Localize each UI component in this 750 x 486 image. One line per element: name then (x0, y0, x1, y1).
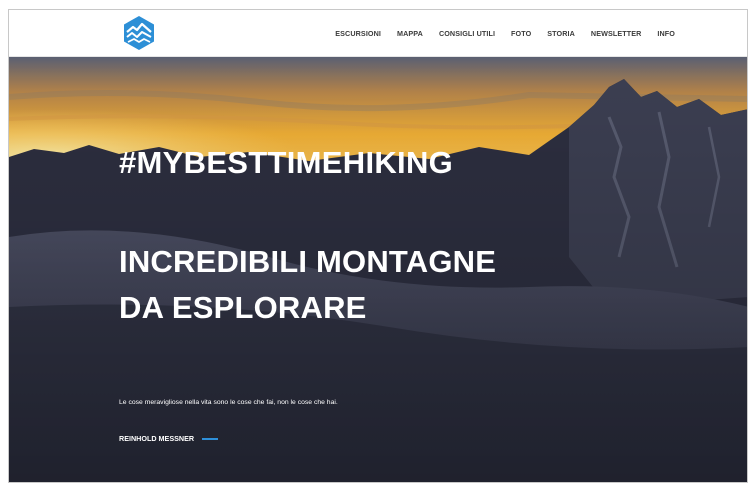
hero-quote: Le cose meravigliose nella vita sono le … (119, 399, 338, 406)
quote-author-name: REINHOLD MESSNER (119, 434, 195, 443)
top-navbar: ESCURSIONI MAPPA CONSIGLI UTILI FOTO STO… (9, 10, 747, 57)
hero-headline: INCREDIBILI MONTAGNE DA ESPLORARE (119, 239, 496, 331)
nav-item-newsletter[interactable]: NEWSLETTER (591, 29, 642, 38)
main-nav: ESCURSIONI MAPPA CONSIGLI UTILI FOTO STO… (335, 10, 675, 57)
mountain-hexagon-logo-icon[interactable] (120, 14, 158, 52)
hero-section: #MYBESTTIMEHIKING INCREDIBILI MONTAGNE D… (9, 57, 747, 482)
nav-item-foto[interactable]: FOTO (511, 29, 531, 38)
nav-item-info[interactable]: INFO (657, 29, 675, 38)
nav-item-consigli-utili[interactable]: CONSIGLI UTILI (439, 29, 495, 38)
hero-headline-line-1: INCREDIBILI MONTAGNE (119, 244, 497, 279)
hero-headline-line-2: DA ESPLORARE (119, 290, 367, 325)
author-accent-line (202, 437, 219, 440)
hero-hashtag: #MYBESTTIMEHIKING (119, 145, 454, 180)
quote-author: REINHOLD MESSNER (119, 434, 219, 443)
nav-item-escursioni[interactable]: ESCURSIONI (335, 29, 381, 38)
browser-frame: ESCURSIONI MAPPA CONSIGLI UTILI FOTO STO… (8, 9, 748, 483)
nav-item-mappa[interactable]: MAPPA (397, 29, 423, 38)
nav-item-storia[interactable]: STORIA (547, 29, 575, 38)
